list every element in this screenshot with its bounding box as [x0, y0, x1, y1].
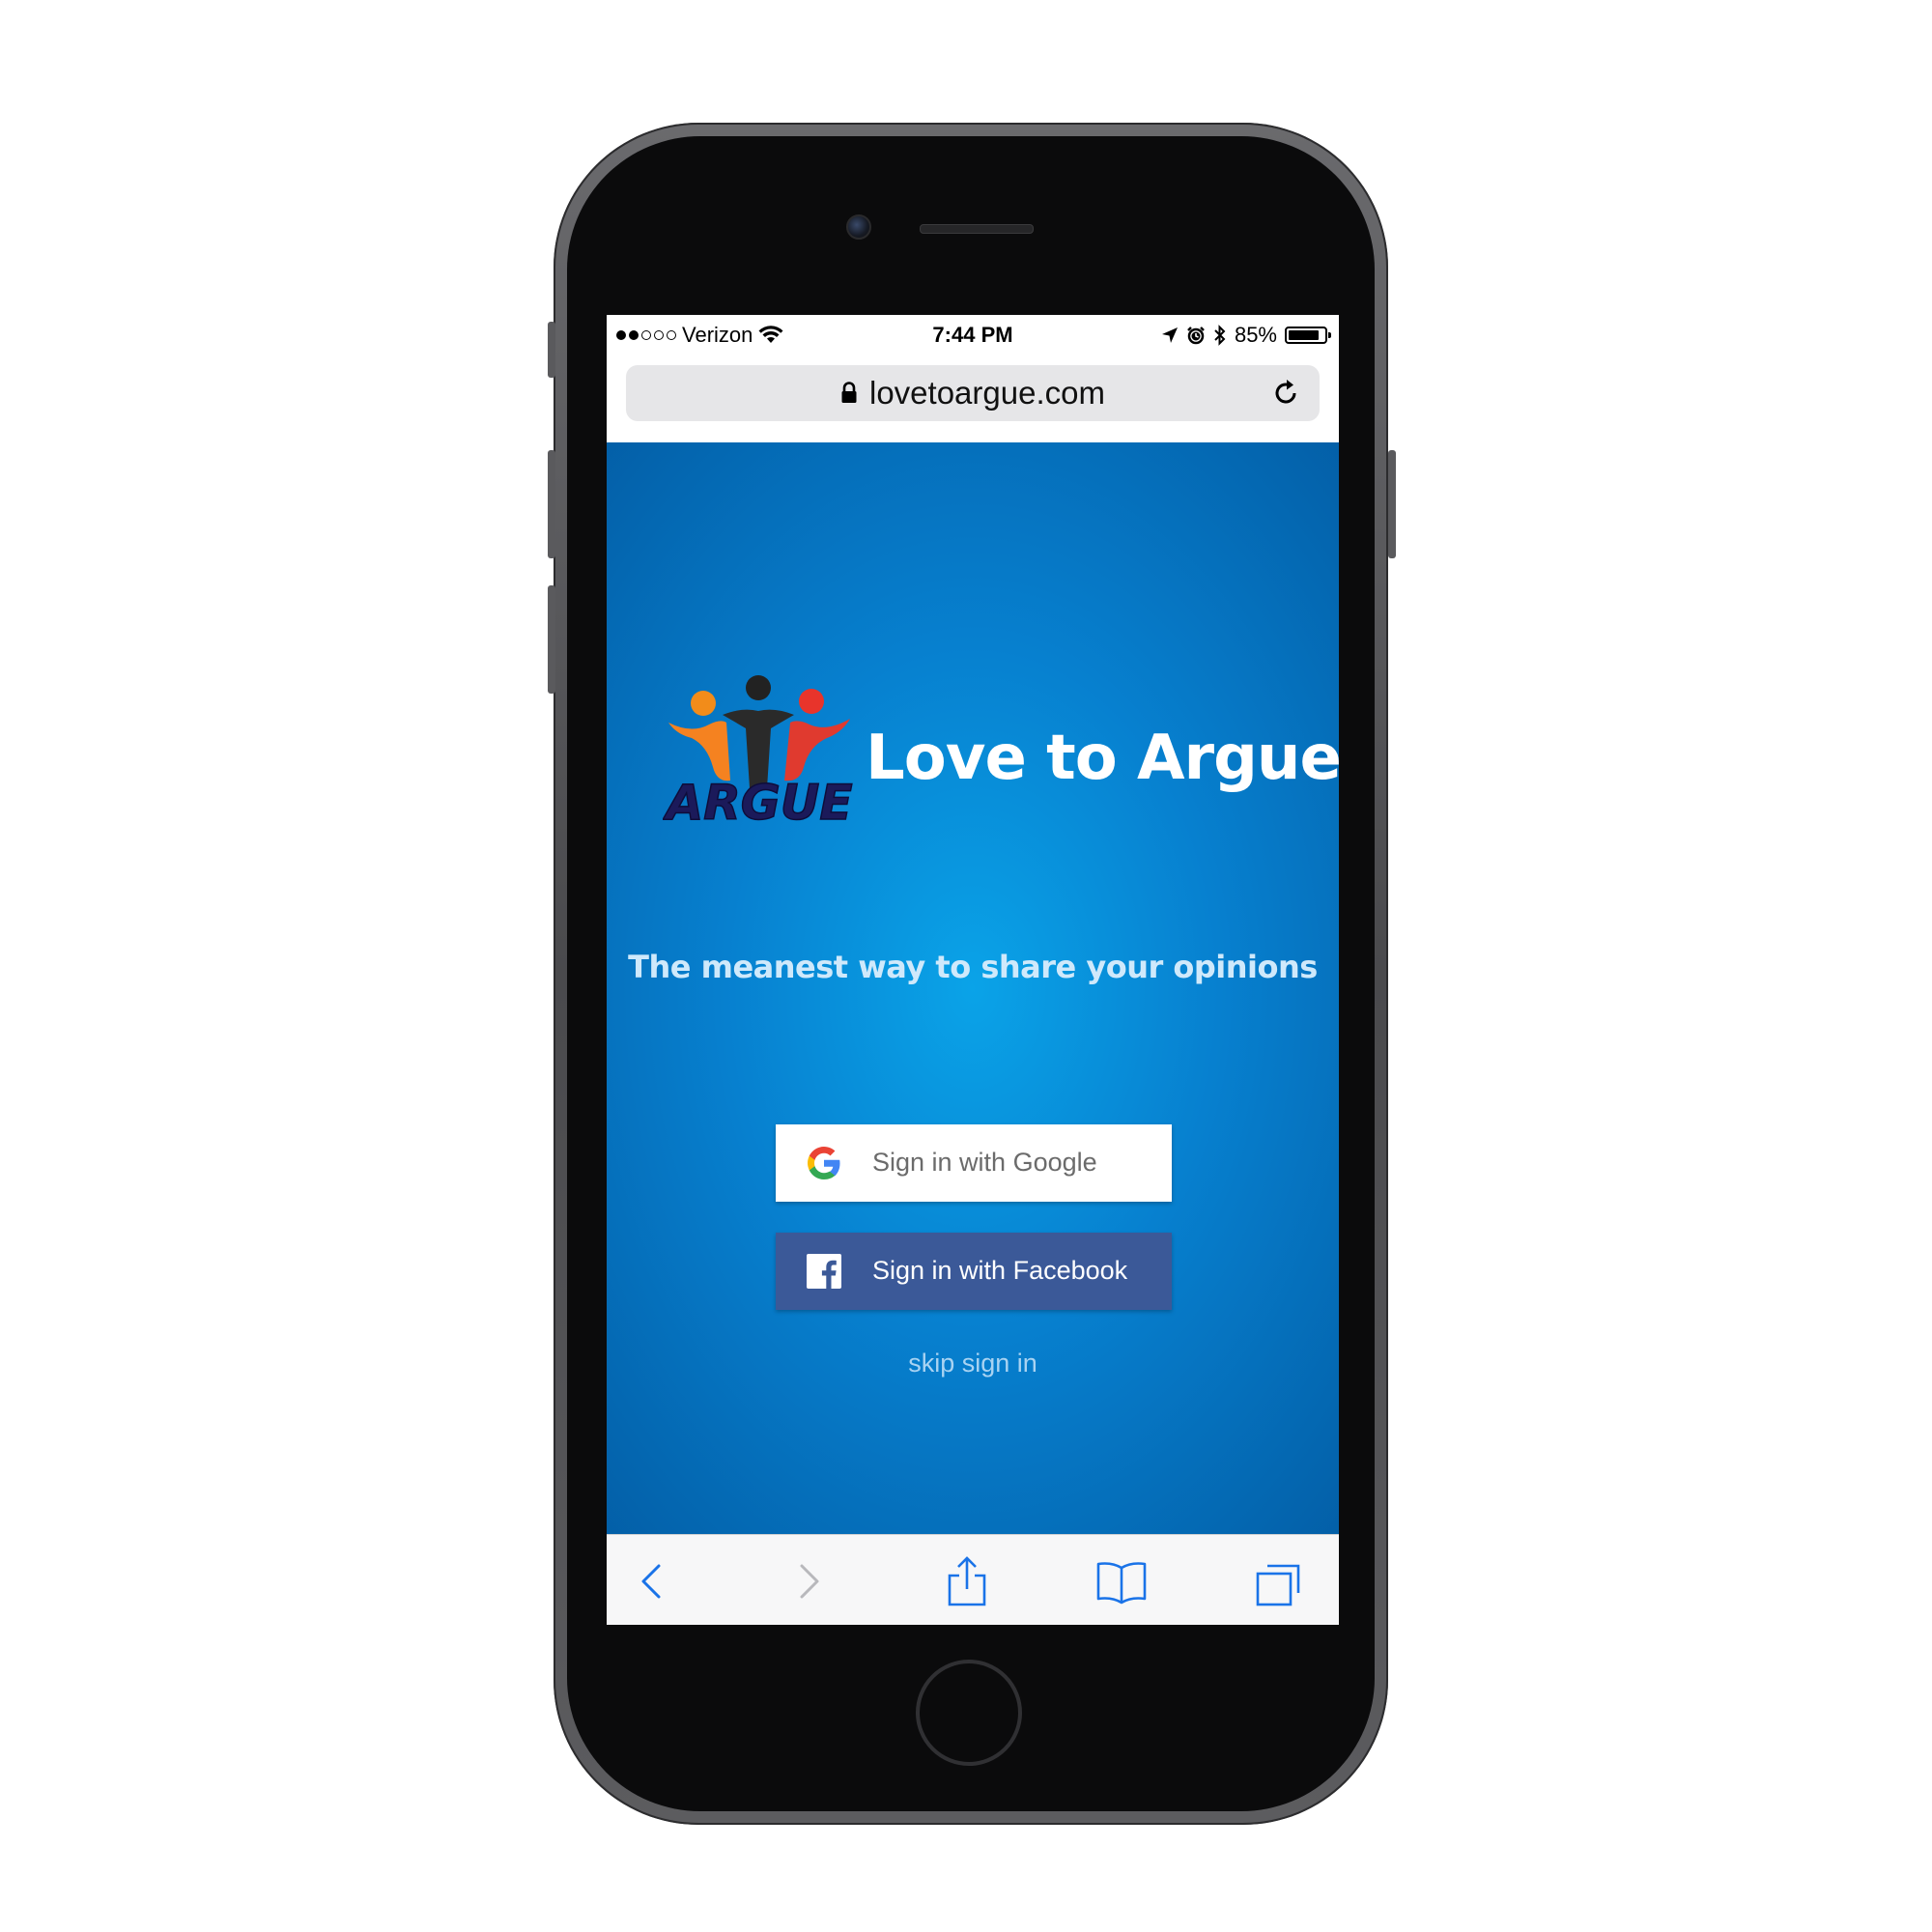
battery-nub [1328, 332, 1331, 338]
sign-in-google-button[interactable]: Sign in with Google [776, 1124, 1172, 1202]
svg-text:ARGUE: ARGUE [663, 775, 853, 831]
screen: Verizon 7:44 PM 85% lovetoargue.com ARGU… [607, 315, 1339, 1625]
facebook-f-icon [807, 1254, 841, 1289]
hero-title: Love to Argue? [866, 723, 1339, 794]
chevron-right-icon[interactable] [781, 1554, 835, 1608]
tabs-icon[interactable] [1252, 1554, 1306, 1608]
home-button[interactable] [916, 1660, 1022, 1766]
battery-percent: 85% [1234, 323, 1277, 347]
chevron-left-icon[interactable] [626, 1554, 680, 1608]
front-camera [846, 214, 871, 240]
status-right: 85% [1161, 323, 1331, 348]
url-text: lovetoargue.com [869, 375, 1105, 411]
mute-switch [548, 322, 555, 378]
url-content: lovetoargue.com [626, 375, 1320, 412]
reload-icon[interactable] [1269, 377, 1302, 410]
volume-down-button [548, 585, 555, 694]
web-content: ARGUE Love to Argue? The meanest way to … [607, 442, 1339, 1534]
skip-sign-in-link[interactable]: skip sign in [607, 1349, 1339, 1378]
bluetooth-icon [1214, 325, 1226, 346]
sign-in-facebook-button[interactable]: Sign in with Facebook [776, 1233, 1172, 1310]
google-button-label: Sign in with Google [872, 1148, 1097, 1177]
page: Verizon 7:44 PM 85% lovetoargue.com ARGU… [0, 0, 1932, 1932]
google-g-icon [808, 1147, 840, 1179]
book-icon[interactable] [1094, 1554, 1149, 1608]
facebook-button-label: Sign in with Facebook [872, 1256, 1128, 1285]
power-button [1388, 450, 1396, 558]
tagline: The meanest way to share your opinions [628, 949, 1318, 985]
battery-fill [1289, 330, 1319, 340]
earpiece-speaker [920, 224, 1034, 234]
volume-up-button [548, 450, 555, 558]
address-bar[interactable]: lovetoargue.com [626, 365, 1320, 421]
location-arrow-icon [1161, 327, 1178, 343]
battery-icon [1285, 327, 1331, 344]
browser-toolbar [607, 1534, 1339, 1625]
status-bar: Verizon 7:44 PM 85% [607, 315, 1339, 354]
argue-logo: ARGUE [663, 675, 853, 832]
alarm-icon [1187, 327, 1205, 345]
lock-icon [841, 382, 857, 403]
share-icon[interactable] [940, 1554, 994, 1608]
